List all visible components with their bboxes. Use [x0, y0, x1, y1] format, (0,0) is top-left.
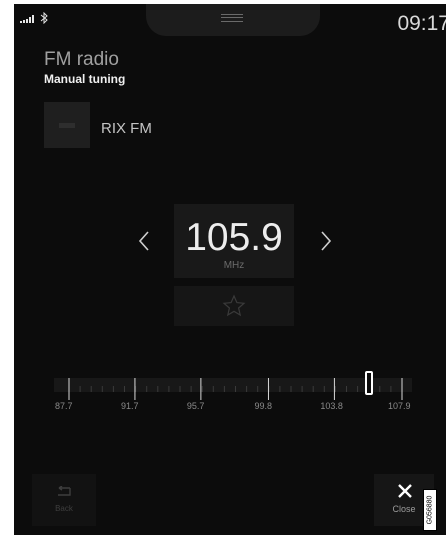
back-button[interactable]: Back — [32, 474, 96, 526]
next-frequency-button[interactable] — [314, 224, 338, 258]
tick-label: 99.8 — [254, 401, 272, 411]
station-logo — [44, 102, 90, 148]
bluetooth-icon — [40, 12, 48, 24]
frequency-display: 105.9 MHz — [174, 204, 294, 278]
frequency-tuner[interactable]: 87.7 91.7 95.7 99.8 103.8 107.9 — [14, 364, 446, 424]
figure-id-stamp: G056880 — [423, 489, 437, 531]
tuner-scale — [68, 378, 403, 400]
chevron-left-icon — [138, 231, 149, 251]
star-icon — [222, 294, 246, 317]
mode-subtitle: Manual tuning — [44, 72, 126, 86]
favorite-button[interactable] — [174, 286, 294, 326]
back-arrow-icon — [58, 486, 71, 496]
tick-label: 103.8 — [320, 401, 343, 411]
frequency-unit: MHz — [223, 260, 245, 271]
frequency-value: 105.9 — [185, 216, 283, 259]
signal-icon — [20, 15, 34, 23]
tick-label: 91.7 — [120, 401, 139, 411]
clock: 09:17 — [397, 12, 446, 35]
prev-frequency-button[interactable] — [132, 224, 156, 258]
radio-screen: 09:17 FM radio Manual tuning RIX FM 105.… — [14, 4, 446, 535]
back-label: Back — [55, 504, 73, 513]
tuner-handle[interactable] — [365, 371, 374, 395]
top-pull-tab[interactable] — [146, 4, 320, 36]
menu-handle-icon — [221, 14, 243, 22]
close-icon — [398, 484, 412, 498]
tick-label: 95.7 — [186, 401, 205, 411]
figure-id: G056880 — [426, 495, 434, 525]
tick-label: 87.7 — [55, 401, 73, 411]
tick-label: 107.9 — [388, 401, 411, 411]
radio-icon — [59, 123, 75, 128]
station-name[interactable]: RIX FM — [101, 120, 152, 137]
page-title: FM radio — [44, 49, 119, 70]
chevron-right-icon — [321, 231, 332, 251]
